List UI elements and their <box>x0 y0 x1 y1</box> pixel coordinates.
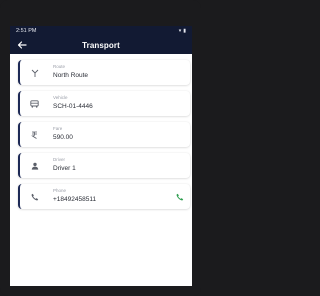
phone-card: Phone +18492458511 <box>18 184 190 209</box>
rupee-icon <box>29 129 40 140</box>
field-value: North Route <box>53 72 89 79</box>
field-label: Phone <box>53 188 67 193</box>
field-value: +18492458511 <box>53 196 97 203</box>
battery-icon: ▮ <box>183 28 186 34</box>
wifi-icon: ▾ <box>178 28 182 34</box>
fare-card: Fare 590.00 <box>18 122 190 147</box>
call-button[interactable] <box>175 192 184 201</box>
status-bar: 2:51 PM ▾ ▮ <box>10 26 192 36</box>
vehicle-card: Vehicle SCH-01-4446 <box>18 91 190 116</box>
person-icon <box>29 160 40 171</box>
bus-icon <box>29 98 40 109</box>
field-value: SCH-01-4446 <box>53 103 93 110</box>
field-label: Driver <box>53 157 65 162</box>
field-label: Fare <box>53 126 63 131</box>
field-label: Route <box>53 64 66 69</box>
call-icon <box>176 193 183 200</box>
app-bar: Transport <box>10 36 192 54</box>
field-label: Vehicle <box>53 95 68 100</box>
field-value: Driver 1 <box>53 165 76 172</box>
route-icon <box>29 67 40 78</box>
driver-card: Driver Driver 1 <box>18 153 190 178</box>
field-value: 590.00 <box>53 134 73 141</box>
page-title: Transport <box>82 40 120 50</box>
status-icons: ▾ ▮ <box>179 28 186 34</box>
route-card: Route North Route <box>18 60 190 85</box>
status-time: 2:51 PM <box>16 28 37 34</box>
phone-icon <box>29 191 40 202</box>
